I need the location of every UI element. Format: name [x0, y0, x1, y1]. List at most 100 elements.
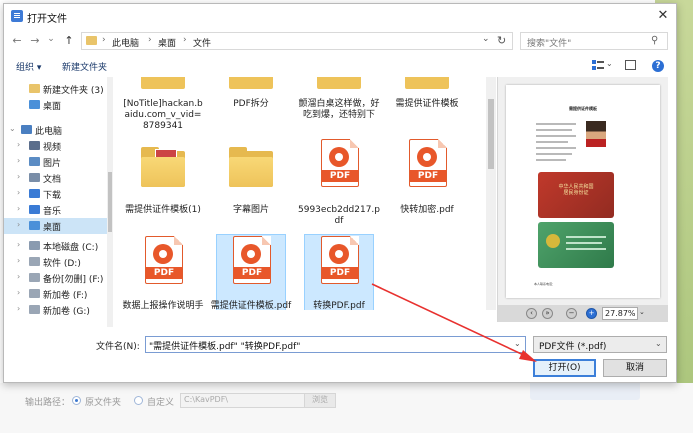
dialog-title: 打开文件	[27, 14, 67, 25]
file-type-value: PDF文件 (*.pdf)	[539, 342, 607, 352]
sidebar-scrollbar-thumb[interactable]	[108, 172, 112, 232]
help-icon[interactable]: ?	[652, 60, 664, 72]
file-name: 5993ecb2dd217.pdf	[298, 205, 381, 226]
sidebar-item-label: 音乐	[43, 207, 62, 217]
search-box[interactable]: 搜索"文件" ⚲	[520, 32, 668, 50]
chevron-down-icon[interactable]: ⌄	[655, 339, 662, 348]
organize-button[interactable]: 组织 ▾	[16, 60, 41, 73]
sidebar-item[interactable]: › 备份[勿删] (F:)	[4, 270, 108, 286]
breadcrumb-desktop[interactable]: 桌面	[158, 36, 176, 49]
output-path-input[interactable]: C:\KavPDF\	[180, 393, 306, 408]
chevron-down-icon[interactable]: ⌄	[639, 308, 645, 316]
zoom-in-icon[interactable]: +	[586, 308, 597, 319]
recent-locations-icon[interactable]: ⌄	[44, 32, 58, 46]
close-icon[interactable]: ✕	[654, 7, 672, 25]
zoom-out-icon[interactable]: −	[566, 308, 577, 319]
chevron-right-icon[interactable]: ›	[17, 304, 20, 313]
sidebar-item-label: 文档	[43, 175, 62, 185]
chevron-right-icon[interactable]: ›	[17, 256, 20, 265]
file-item[interactable]: [NoTitle]hackan.baidu.com_v_vid=8789341	[123, 77, 203, 137]
sidebar-item[interactable]: › 图片	[4, 154, 108, 170]
id-card-back-image	[538, 222, 614, 268]
new-folder-button[interactable]: 新建文件夹	[62, 60, 107, 73]
file-name: 字幕图片	[232, 205, 269, 215]
file-type-select[interactable]: PDF文件 (*.pdf) ⌄	[533, 336, 667, 353]
back-arrow-icon[interactable]: ←	[10, 34, 24, 48]
chevron-right-icon[interactable]: ›	[17, 272, 20, 281]
folder-icon	[86, 36, 97, 45]
chevron-right-icon[interactable]: ›	[17, 240, 20, 249]
file-item[interactable]: PDF拆分	[216, 77, 286, 137]
chevron-right-icon[interactable]: ›	[17, 204, 20, 213]
sidebar-item[interactable]: › 下载	[4, 186, 108, 202]
file-name: 颤溜白桌这样做，好吃到爆，还特别下	[298, 99, 380, 120]
next-page-icon[interactable]: »	[542, 308, 553, 319]
sidebar-item[interactable]: ⌄ 此电脑	[4, 122, 108, 138]
open-button[interactable]: 打开(O)	[533, 359, 596, 377]
sidebar-item[interactable]: › 桌面	[4, 218, 108, 234]
file-name: 需提供证件模板(1)	[125, 205, 201, 215]
filename-label: 文件名(N):	[96, 342, 140, 352]
up-arrow-icon[interactable]: ↑	[62, 34, 76, 48]
search-input[interactable]: 搜索"文件"	[527, 36, 571, 49]
download-icon	[29, 189, 40, 198]
file-item[interactable]: 字幕图片	[216, 139, 286, 229]
cancel-button[interactable]: 取消	[603, 359, 667, 377]
chevron-down-icon[interactable]: ⌄	[482, 34, 490, 44]
previous-page-icon[interactable]: ‹	[526, 308, 537, 319]
chevron-right-icon[interactable]: ›	[17, 188, 20, 197]
file-item[interactable]: PDF 快转加密.pdf	[392, 139, 462, 229]
id-card-title: 中华人民共和国 居民身份证	[558, 184, 594, 196]
view-options-icon[interactable]	[592, 60, 604, 70]
breadcrumb-this-pc[interactable]: 此电脑	[112, 36, 139, 49]
chevron-right-icon[interactable]: ›	[17, 172, 20, 181]
documents-icon	[29, 173, 40, 182]
chevron-right-icon[interactable]: ›	[17, 140, 20, 149]
drive-icon	[29, 305, 40, 314]
chevron-right-icon[interactable]: ›	[17, 156, 20, 165]
sidebar-item[interactable]: › 音乐	[4, 202, 108, 218]
folder-icon	[29, 84, 40, 93]
file-item-selected[interactable]: PDF 需提供证件模板.pdf	[211, 234, 291, 310]
file-name: 转换PDF.pdf	[313, 301, 365, 310]
file-item[interactable]: 颤溜白桌这样做，好吃到爆，还特别下	[298, 77, 380, 137]
chevron-down-icon[interactable]: ⌄	[606, 59, 613, 68]
folder-with-photo-icon	[141, 147, 185, 187]
sidebar-item[interactable]: 新建文件夹 (3)	[4, 81, 108, 97]
zoom-level-input[interactable]: 27.87%	[602, 307, 638, 320]
sidebar-item[interactable]: › 软件 (D:)	[4, 254, 108, 270]
browse-button[interactable]: 浏览	[304, 393, 336, 408]
sidebar-item-label: 软件 (D:)	[43, 259, 81, 269]
breadcrumb-files[interactable]: 文件	[193, 36, 211, 49]
filename-value: "需提供证件模板.pdf" "转换PDF.pdf"	[149, 342, 301, 352]
chevron-down-icon[interactable]: ⌄	[514, 339, 521, 348]
drive-icon	[29, 273, 40, 282]
sidebar-item[interactable]: › 新加卷 (F:)	[4, 286, 108, 302]
file-item[interactable]: 需提供证件模板(1)	[125, 139, 201, 229]
sidebar-item[interactable]: › 视频	[4, 138, 108, 154]
file-item[interactable]: PDF 数据上报操作说明手册.pdf	[122, 234, 204, 310]
file-item-selected[interactable]: PDF 转换PDF.pdf	[304, 234, 374, 310]
forward-arrow-icon[interactable]: →	[28, 34, 42, 48]
sidebar-item[interactable]: › 本地磁盘 (C:)	[4, 238, 108, 254]
chevron-right-icon[interactable]: ›	[17, 220, 20, 229]
sidebar-item[interactable]: 桌面	[4, 97, 108, 113]
chevron-down-icon[interactable]: ⌄	[9, 124, 16, 133]
sidebar-item-label: 此电脑	[35, 127, 63, 137]
file-item[interactable]: PDF 5993ecb2dd217.pdf	[298, 139, 380, 229]
sidebar-item[interactable]: › 文档	[4, 170, 108, 186]
radio-custom-folder[interactable]	[134, 396, 143, 405]
pdf-file-icon: PDF	[321, 139, 359, 187]
address-bar[interactable]: › 此电脑 › 桌面 › 文件 ⌄ ↻	[81, 32, 513, 50]
refresh-icon[interactable]: ↻	[497, 34, 506, 47]
preview-footer-text: 本人联系电话：	[534, 282, 556, 286]
file-list-scrollbar-thumb[interactable]	[488, 99, 494, 169]
id-card-chip-icon	[546, 234, 560, 248]
filename-input[interactable]: "需提供证件模板.pdf" "转换PDF.pdf" ⌄	[145, 336, 526, 353]
preview-pane-icon[interactable]	[625, 60, 636, 70]
file-list: [NoTitle]hackan.baidu.com_v_vid=8789341 …	[116, 77, 486, 310]
file-item[interactable]: 需提供证件模板	[392, 77, 462, 137]
chevron-right-icon[interactable]: ›	[17, 288, 20, 297]
sidebar-item[interactable]: › 新加卷 (G:)	[4, 302, 108, 318]
radio-source-folder[interactable]	[72, 396, 81, 405]
